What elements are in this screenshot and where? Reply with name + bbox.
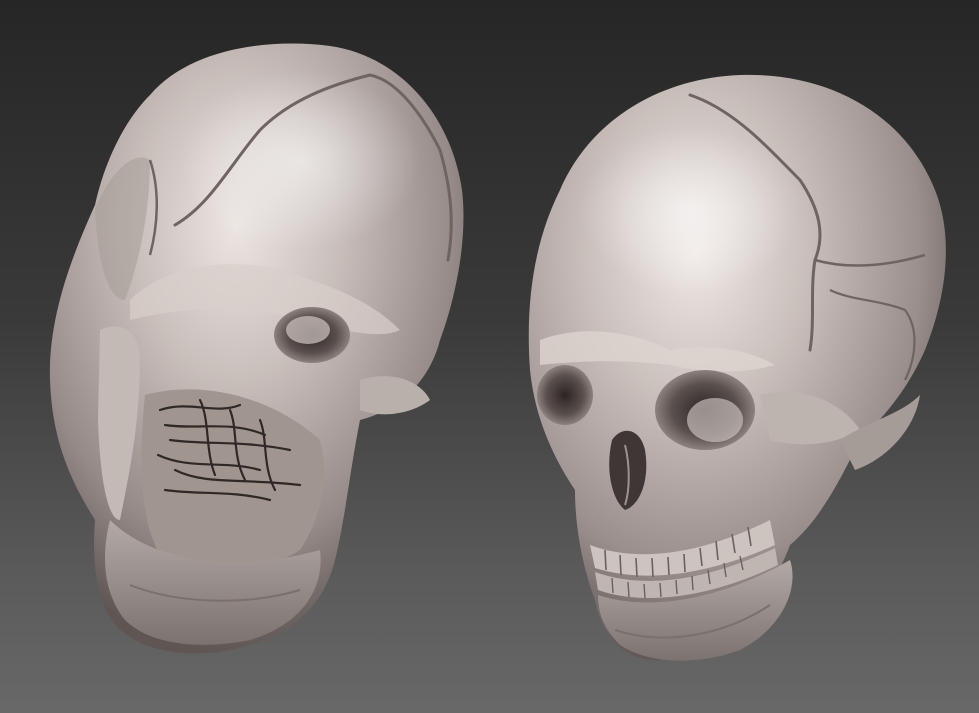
left-eye-socket: [537, 365, 593, 425]
cranium-highlight-right: [580, 125, 800, 295]
intact-skull-sculpt: [528, 74, 946, 661]
damaged-skull-sculpt: [49, 43, 464, 654]
right-eye-socket-floor: [687, 398, 743, 442]
sculpt-viewport: [0, 0, 979, 713]
cranium-highlight: [180, 70, 420, 250]
render-canvas: [49, 43, 946, 661]
eye-socket-rim: [286, 316, 330, 344]
render-scene: [0, 0, 979, 713]
